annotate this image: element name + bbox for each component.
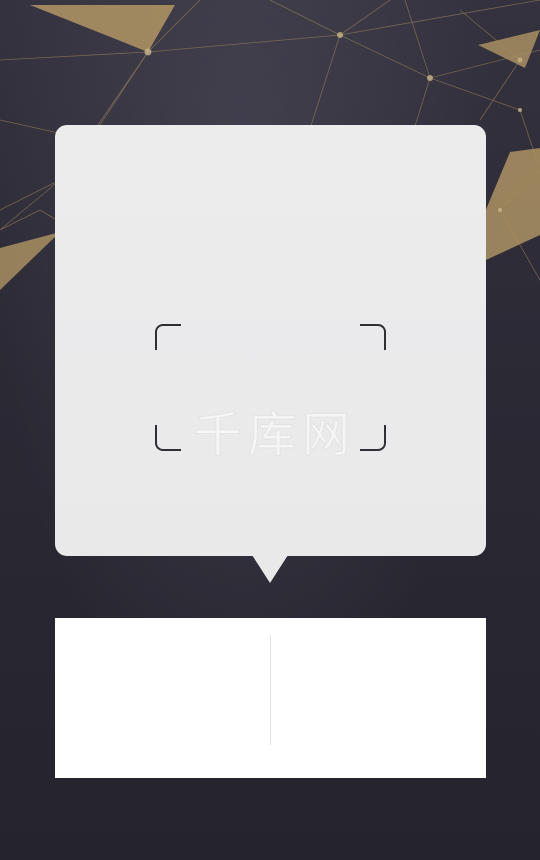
bottom-button-panel — [55, 618, 486, 778]
scan-frame-icon-top-right — [360, 324, 386, 350]
card-pointer — [252, 555, 288, 583]
gold-triangle-top-right — [478, 30, 540, 68]
gold-triangle-left — [0, 232, 60, 290]
image-placeholder-card[interactable]: 千库网 — [55, 125, 486, 556]
right-panel-button[interactable] — [271, 618, 486, 778]
watermark: 千库网 — [193, 407, 356, 464]
scan-frame-icon-top-left — [155, 324, 181, 350]
gold-triangle-top — [30, 5, 175, 52]
left-panel-button[interactable] — [55, 618, 270, 778]
